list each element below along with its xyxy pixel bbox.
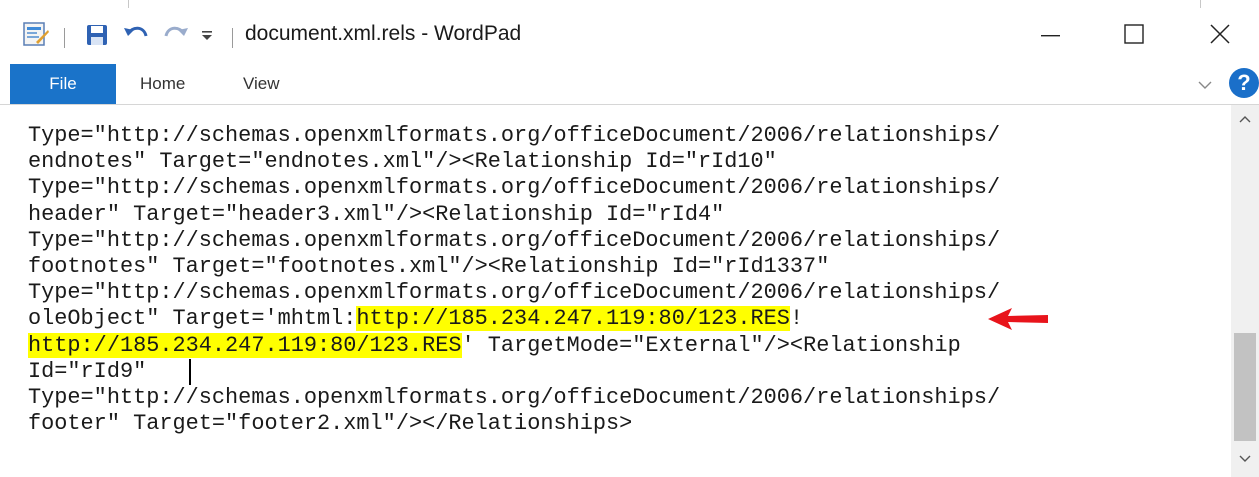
document-line: header" Target="header3.xml"/><Relations… — [28, 201, 725, 227]
toolbar-separator — [64, 28, 65, 48]
close-icon — [1210, 24, 1230, 44]
maximize-button[interactable] — [1093, 8, 1173, 64]
minimize-button[interactable] — [1010, 8, 1090, 64]
tab-view[interactable]: View — [243, 64, 280, 104]
toolbar-separator — [232, 28, 233, 48]
collapse-ribbon-chevron-icon[interactable] — [1196, 76, 1214, 94]
document-line: Type="http://schemas.openxmlformats.org/… — [28, 175, 1001, 201]
document-line: Type="http://schemas.openxmlformats.org/… — [28, 280, 1001, 306]
document-line: footnotes" Target="footnotes.xml"/><Rela… — [28, 254, 830, 279]
document-line: http://185.234.247.119:80/123.RES' Targe… — [28, 332, 961, 358]
save-icon[interactable] — [86, 24, 108, 46]
minimize-icon — [1041, 35, 1060, 37]
highlighted-url: http://185.234.247.119:80/123.RES — [28, 332, 462, 358]
wordpad-window: document.xml.rels - WordPad File Home Vi… — [0, 0, 1259, 477]
maximize-icon — [1124, 24, 1144, 44]
undo-icon[interactable] — [122, 22, 150, 48]
help-icon[interactable]: ? — [1229, 68, 1259, 98]
redo-icon[interactable] — [162, 22, 190, 48]
tab-home[interactable]: Home — [140, 64, 185, 104]
document-line: footer" Target="footer2.xml"/></Relation… — [28, 411, 633, 437]
window-title: document.xml.rels - WordPad — [245, 22, 522, 45]
red-arrow-icon — [988, 308, 1048, 331]
scroll-up-icon[interactable] — [1236, 111, 1254, 129]
document-line: Type="http://schemas.openxmlformats.org/… — [28, 123, 1001, 148]
vertical-scrollbar[interactable] — [1231, 105, 1259, 477]
close-button[interactable] — [1175, 8, 1255, 64]
document-line: Type="http://schemas.openxmlformats.org/… — [28, 227, 1001, 253]
document-line: oleObject" Target='mhtml:http://185.234.… — [28, 306, 804, 332]
text-cursor — [189, 358, 191, 385]
scrollbar-thumb[interactable] — [1234, 333, 1256, 441]
document-line: Id="rId9" — [28, 358, 160, 384]
tab-file[interactable]: File — [10, 64, 116, 104]
ribbon-tab-bar: File Home View ? — [0, 64, 1259, 105]
customize-dropdown-icon[interactable] — [200, 28, 214, 42]
title-bar: document.xml.rels - WordPad — [0, 8, 1259, 64]
highlighted-url: http://185.234.247.119:80/123.RES — [356, 306, 790, 332]
wordpad-app-icon[interactable] — [22, 22, 50, 48]
document-line: endnotes" Target="endnotes.xml"/><Relati… — [28, 149, 777, 175]
document-text-area[interactable]: Type="http://schemas.openxmlformats.org/… — [0, 105, 1227, 477]
scroll-down-icon[interactable] — [1236, 449, 1254, 467]
background-window-edge — [0, 0, 1259, 8]
document-line: Type="http://schemas.openxmlformats.org/… — [28, 385, 1001, 410]
